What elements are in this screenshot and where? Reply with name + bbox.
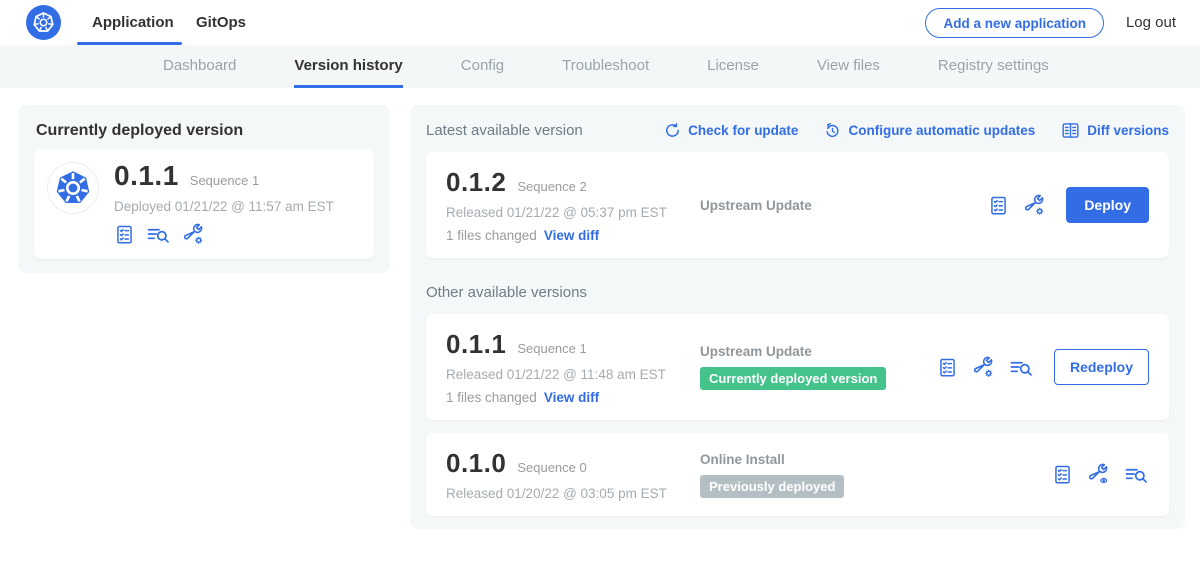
preflight-checks-icon[interactable] (937, 357, 958, 378)
version-card-0-1-0: 0.1.0 Sequence 0 Released 01/20/22 @ 03:… (426, 433, 1169, 516)
files-changed-label: 1 files changed (446, 390, 537, 405)
subnav-config[interactable]: Config (461, 45, 504, 88)
deploy-logs-icon[interactable] (1124, 464, 1149, 485)
currently-deployed-title: Currently deployed version (36, 122, 390, 140)
tab-application[interactable]: Application (92, 0, 174, 45)
check-for-update-link[interactable]: Check for update (664, 122, 798, 139)
other-versions-header: Other available versions (426, 284, 1169, 301)
schedule-icon (824, 122, 841, 139)
app-subnav: Dashboard Version history Config Trouble… (0, 45, 1200, 88)
kots-admin-console: Application GitOps Add a new application… (0, 0, 1200, 564)
currently-deployed-badge: Currently deployed version (700, 367, 886, 390)
version-source-label: Upstream Update (700, 344, 937, 359)
sequence-label: Sequence 1 (517, 341, 586, 356)
check-for-update-label: Check for update (688, 123, 798, 138)
deployed-version-card: 0.1.1 Sequence 1 Deployed 01/21/22 @ 11:… (34, 149, 374, 259)
top-bar: Application GitOps Add a new application… (0, 0, 1200, 45)
refresh-icon (664, 122, 681, 139)
add-application-button[interactable]: Add a new application (925, 8, 1104, 38)
view-diff-link[interactable]: View diff (544, 390, 599, 405)
version-number: 0.1.2 (446, 167, 506, 198)
kubernetes-logo-icon (26, 5, 61, 40)
latest-available-header: Latest available version (426, 122, 583, 139)
version-card-0-1-2: 0.1.2 Sequence 2 Released 01/21/22 @ 05:… (426, 152, 1169, 258)
subnav-version-history[interactable]: Version history (294, 45, 402, 88)
subnav-registry-settings[interactable]: Registry settings (938, 45, 1049, 88)
edit-config-icon[interactable] (972, 356, 995, 379)
released-date: Released 01/21/22 @ 05:37 pm EST (446, 205, 688, 220)
deployed-version-number: 0.1.1 (114, 160, 179, 192)
deploy-logs-icon[interactable] (146, 224, 171, 245)
subnav-license[interactable]: License (707, 45, 759, 88)
preflight-checks-icon[interactable] (114, 224, 135, 245)
diff-versions-label: Diff versions (1087, 123, 1169, 138)
deployed-sequence-label: Sequence 1 (190, 173, 259, 188)
released-date: Released 01/20/22 @ 03:05 pm EST (446, 486, 688, 501)
configure-automatic-updates-link[interactable]: Configure automatic updates (824, 122, 1035, 139)
tab-gitops[interactable]: GitOps (196, 0, 246, 45)
currently-deployed-panel: Currently deployed version (18, 105, 390, 273)
version-number: 0.1.1 (446, 329, 506, 360)
sequence-label: Sequence 2 (517, 179, 586, 194)
deploy-button[interactable]: Deploy (1066, 187, 1149, 223)
edit-config-icon[interactable] (182, 223, 205, 246)
logout-button[interactable]: Log out (1126, 0, 1176, 45)
preflight-checks-icon[interactable] (1052, 464, 1073, 485)
sequence-label: Sequence 0 (517, 460, 586, 475)
subnav-dashboard[interactable]: Dashboard (163, 45, 236, 88)
configure-automatic-updates-label: Configure automatic updates (848, 123, 1035, 138)
preflight-checks-icon[interactable] (988, 195, 1009, 216)
version-card-0-1-1: 0.1.1 Sequence 1 Released 01/21/22 @ 11:… (426, 314, 1169, 420)
diff-versions-link[interactable]: Diff versions (1061, 122, 1169, 139)
deployed-date: Deployed 01/21/22 @ 11:57 am EST (114, 199, 366, 214)
version-number: 0.1.0 (446, 448, 506, 479)
diff-icon (1061, 122, 1080, 139)
subnav-view-files[interactable]: View files (817, 45, 880, 88)
subnav-troubleshoot[interactable]: Troubleshoot (562, 45, 649, 88)
deploy-logs-icon[interactable] (1009, 357, 1034, 378)
released-date: Released 01/21/22 @ 11:48 am EST (446, 367, 688, 382)
previously-deployed-badge: Previously deployed (700, 475, 844, 498)
view-diff-link[interactable]: View diff (544, 228, 599, 243)
edit-config-icon[interactable] (1023, 194, 1046, 217)
redeploy-button[interactable]: Redeploy (1054, 349, 1149, 385)
files-changed-label: 1 files changed (446, 228, 537, 243)
version-history-panel: Latest available version Check for updat… (410, 105, 1185, 529)
version-source-label: Upstream Update (700, 198, 988, 213)
view-config-icon[interactable] (1087, 463, 1110, 486)
app-kubernetes-logo-icon (47, 162, 99, 214)
version-source-label: Online Install (700, 452, 1052, 467)
